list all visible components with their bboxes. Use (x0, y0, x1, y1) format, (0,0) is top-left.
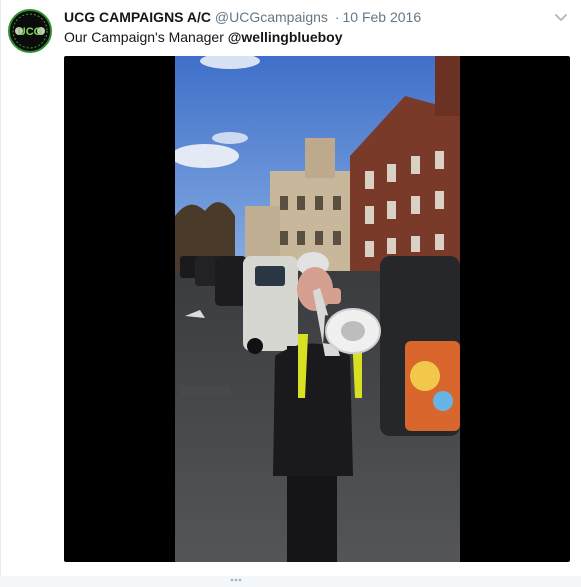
chevron-down-icon (555, 14, 567, 21)
action-bar-hint (229, 569, 243, 582)
video-frame[interactable] (175, 56, 460, 562)
ucg-logo-icon: UCG (8, 9, 52, 53)
tweet-text-prefix: Our Campaign's Manager (64, 29, 224, 45)
video-thumbnail (175, 56, 460, 562)
more-options-button[interactable] (553, 9, 569, 25)
avatar[interactable]: UCG (7, 8, 53, 54)
tweet-card[interactable]: UCG UCG CAMPAIGNS A/C @UCGcampaigns · 10 … (0, 0, 581, 582)
mention-link[interactable]: @wellingblueboy (228, 29, 343, 45)
handle[interactable]: @UCGcampaigns (215, 9, 328, 25)
tweet-text: Our Campaign's Manager @wellingblueboy (64, 28, 343, 46)
tweet-header: UCG CAMPAIGNS A/C @UCGcampaigns · 10 Feb … (64, 9, 551, 26)
svg-text:UCG: UCG (18, 26, 42, 38)
display-name[interactable]: UCG CAMPAIGNS A/C (64, 9, 211, 25)
tweet-date[interactable]: 10 Feb 2016 (342, 9, 421, 25)
action-icon-partial (230, 578, 242, 582)
video-player[interactable] (64, 56, 570, 562)
separator: · (334, 9, 340, 25)
